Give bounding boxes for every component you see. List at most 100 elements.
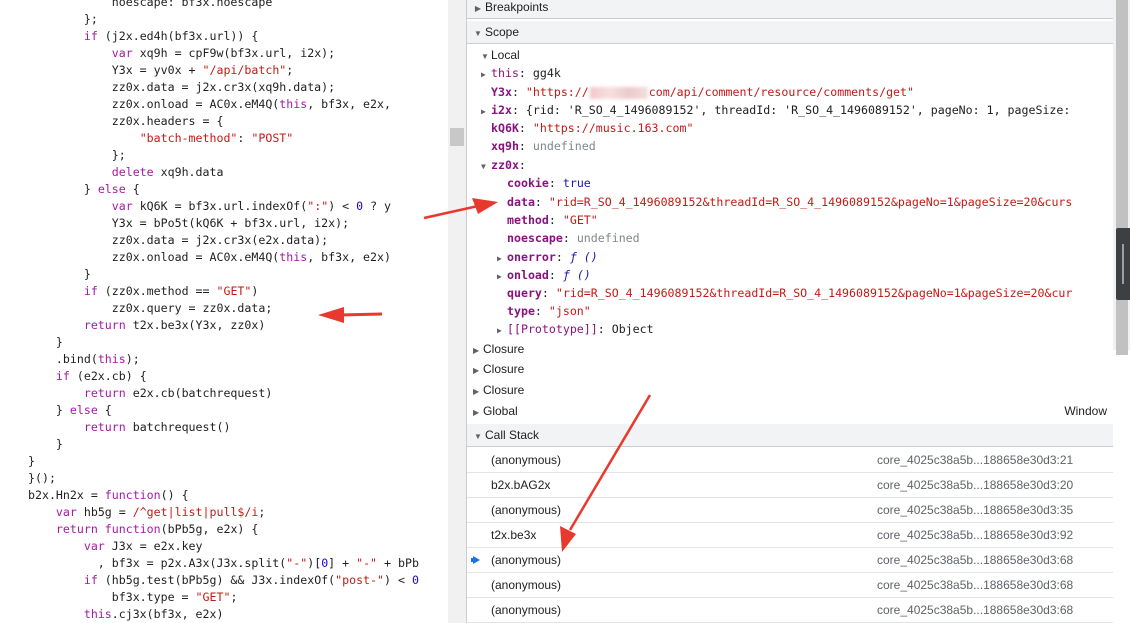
scope-closure[interactable]: ▶ Closure (473, 360, 524, 378)
code-line: zz0x.headers = { (28, 113, 224, 130)
code-token: ) < (384, 573, 412, 587)
code-token: kQ6K = bf3x.url.indexOf( (132, 199, 308, 213)
code-token: ) (251, 284, 259, 298)
frame-location-link[interactable]: core_4025c38a5b...188658e30d3:35 (877, 498, 1073, 522)
collapsed-triangle-icon: ▶ (473, 366, 480, 375)
code-token: ; (258, 505, 266, 519)
code-token: .bind( (28, 352, 98, 366)
global-value: Window (1064, 404, 1107, 418)
zz0x-type[interactable]: type: "json" (507, 302, 591, 320)
call-stack-frame[interactable]: (anonymous) core_4025c38a5b...188658e30d3… (467, 548, 1113, 573)
source-code-pane[interactable]: noescape: bf3x.noescape }; if (j2x.ed4h(… (0, 0, 448, 623)
code-token: { (97, 403, 112, 417)
collapsed-triangle-icon: ▶ (481, 70, 486, 79)
code-token: ); (125, 352, 140, 366)
code-token: ) < (328, 199, 357, 213)
code-token: "post-" (335, 573, 385, 587)
code-token: } (28, 403, 70, 417)
expanded-triangle-icon: ▼ (474, 432, 482, 441)
scope-var-i2x[interactable]: ▶ i2x: {rid: 'R_SO_4_1496089152', threadI… (481, 101, 1070, 119)
code-token: }; (28, 12, 98, 26)
code-line: zz0x.data = j2x.cr3x(e2x.data); (28, 232, 328, 249)
code-token: } (28, 454, 35, 468)
code-token: { (125, 182, 140, 196)
code-token: ; (230, 590, 238, 604)
scope-global[interactable]: ▶ Global Window (473, 402, 1113, 420)
code-line: Y3x = bPo5t(kQ6K + bf3x.url, i2x); (28, 215, 349, 232)
call-stack-frame[interactable]: (anonymous) core_4025c38a5b...188658e30d3… (467, 498, 1113, 523)
call-stack-frame[interactable]: (anonymous) core_4025c38a5b...188658e30d3… (467, 448, 1113, 473)
code-line: return function(bPb5g, e2x) { (28, 521, 258, 538)
collapsed-triangle-icon: ▶ (473, 408, 480, 417)
code-token: , bf3x, e2x) (307, 250, 391, 264)
zz0x-noescape[interactable]: noescape: undefined (507, 229, 640, 247)
code-token: Y3x = yv0x + (28, 63, 203, 77)
call-stack-label: Call Stack (485, 428, 540, 442)
code-scrollbar[interactable] (448, 0, 466, 623)
code-token: }(); (28, 471, 56, 485)
code-line: bf3x.type = "GET"; (28, 589, 238, 606)
zz0x-query[interactable]: query: "rid=R_SO_4_1496089152&threadId=R… (507, 284, 1072, 302)
zz0x-method[interactable]: method: "GET" (507, 211, 598, 229)
code-line: }; (28, 147, 126, 164)
scope-scroll-thumb[interactable] (1116, 0, 1128, 355)
code-token: return (55, 522, 98, 536)
frame-location-link[interactable]: core_4025c38a5b...188658e30d3:68 (877, 598, 1073, 622)
frame-function-name: t2x.be3x (491, 528, 537, 542)
scope-var-zz0x[interactable]: ▼ zz0x: (481, 156, 526, 174)
code-token: else (69, 403, 98, 417)
code-line: zz0x.data = j2x.cr3x(xq9h.data); (28, 79, 335, 96)
call-stack-frame[interactable]: b2x.bAG2x core_4025c38a5b...188658e30d3:2… (467, 473, 1113, 498)
code-token: } (28, 182, 98, 196)
zz0x-onload[interactable]: ▶ onload: ƒ () (497, 266, 591, 284)
zz0x-prototype[interactable]: ▶ [[Prototype]]: Object (497, 320, 654, 338)
code-scroll-thumb[interactable] (450, 128, 464, 146)
frame-location-link[interactable]: core_4025c38a5b...188658e30d3:21 (877, 448, 1073, 472)
code-line: Y3x = yv0x + "/api/batch"; (28, 62, 294, 79)
panel-resize-handle[interactable] (1116, 228, 1130, 300)
call-stack-frame[interactable]: (anonymous) core_4025c38a5b...188658e30d3… (467, 573, 1113, 598)
code-token: zz0x.headers = { (28, 114, 224, 128)
code-token: e2x.cb(batchrequest) (125, 386, 273, 400)
call-stack-frame[interactable]: (anonymous) core_4025c38a5b...188658e30d3… (467, 598, 1113, 623)
code-token: "GET" (195, 590, 231, 604)
frame-location-link[interactable]: core_4025c38a5b...188658e30d3:92 (877, 523, 1073, 547)
code-line: if (zz0x.method == "GET") (28, 283, 259, 300)
scope-local[interactable]: ▼ Local (481, 46, 520, 64)
breakpoints-header[interactable]: ▶ Breakpoints (467, 0, 1113, 19)
frame-location-link[interactable]: core_4025c38a5b...188658e30d3:68 (877, 573, 1073, 597)
zz0x-data[interactable]: data: "rid=R_SO_4_1496089152&threadId=R_… (507, 193, 1072, 211)
code-line: return e2x.cb(batchrequest) (28, 385, 272, 402)
frame-function-name: (anonymous) (491, 553, 562, 567)
scope-var-this[interactable]: ▶ this: gg4k (481, 64, 561, 82)
scope-closure[interactable]: ▶ Closure (473, 381, 524, 399)
zz0x-cookie[interactable]: cookie: true (507, 174, 591, 192)
frame-location-link[interactable]: core_4025c38a5b...188658e30d3:20 (877, 473, 1073, 497)
scope-var-y3x[interactable]: Y3x: "https://com/api/comment/resource/c… (491, 83, 914, 101)
code-token: (bPb5g, e2x) { (160, 522, 259, 536)
code-line: delete xq9h.data (28, 164, 224, 181)
scope-header[interactable]: ▼ Scope (467, 21, 1113, 44)
code-token: : (237, 131, 252, 145)
code-line: }(); (28, 470, 56, 487)
scope-var-kq6k[interactable]: kQ6K: "https://music.163.com" (491, 119, 693, 137)
code-token: else (97, 182, 126, 196)
call-stack-frame[interactable]: t2x.be3x core_4025c38a5b...188658e30d3:92 (467, 523, 1113, 548)
zz0x-onerror[interactable]: ▶ onerror: ƒ () (497, 248, 598, 266)
call-stack-header[interactable]: ▼ Call Stack (467, 424, 1113, 447)
scope-var-xq9h[interactable]: xq9h: undefined (491, 137, 596, 155)
code-line: } (28, 453, 35, 470)
code-token: ":" (307, 199, 329, 213)
code-token: "-" (356, 556, 378, 570)
code-line: } (28, 266, 91, 283)
scope-closure[interactable]: ▶ Closure (473, 340, 524, 358)
code-line: .bind(this); (28, 351, 140, 368)
code-line: b2x.Hn2x = function() { (28, 487, 189, 504)
code-token: ] + (328, 556, 357, 570)
frame-location-link[interactable]: core_4025c38a5b...188658e30d3:68 (877, 548, 1073, 572)
code-line: } (28, 334, 63, 351)
